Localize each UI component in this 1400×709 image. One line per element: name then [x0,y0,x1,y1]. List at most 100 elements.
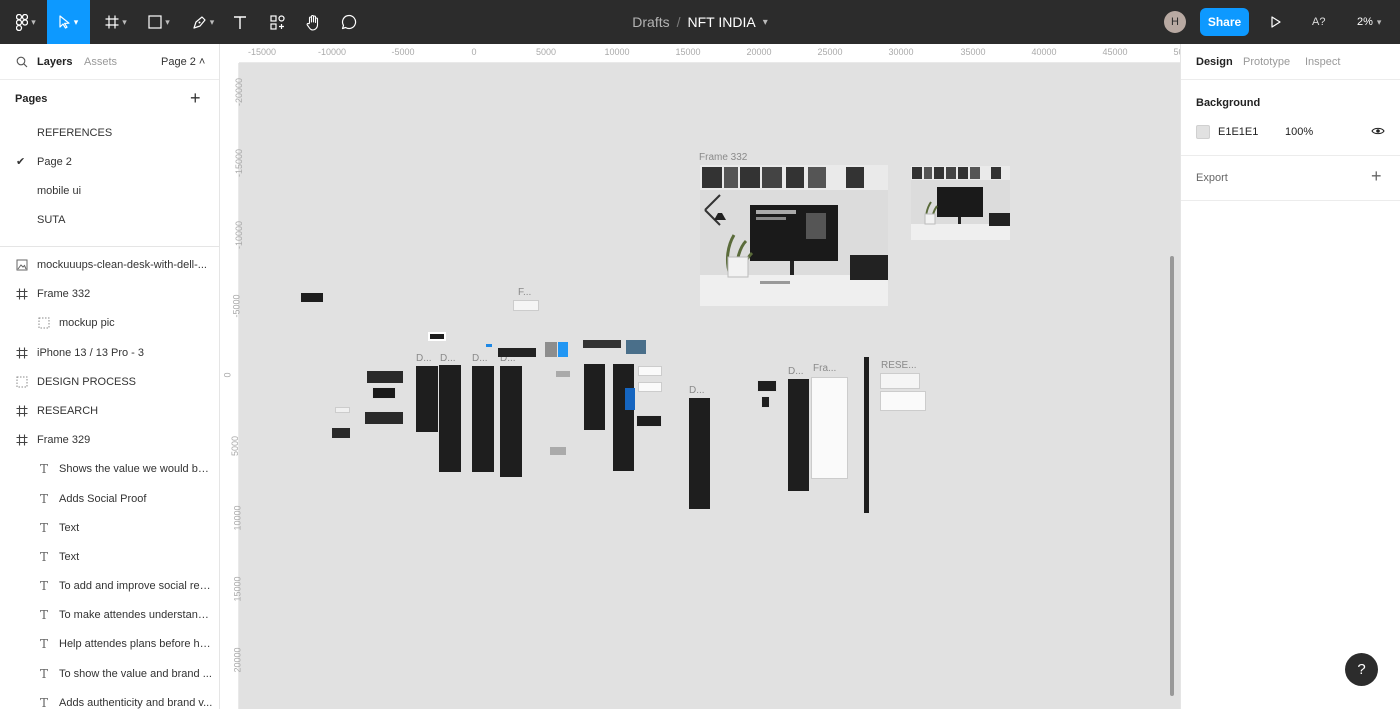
layer-row[interactable]: T Shows the value we would be... [0,455,219,484]
page-selector[interactable]: Page 2 ˄ [161,56,205,68]
add-page-icon[interactable]: + [190,89,201,107]
frame-thumbnail[interactable] [636,415,662,427]
phone-frame[interactable] [864,357,869,513]
phone-frame[interactable] [613,364,634,471]
add-export-icon[interactable]: + [1371,167,1382,185]
frame-thumbnail[interactable] [332,428,350,438]
text-tool-button[interactable] [229,0,251,44]
tab-layers[interactable]: Layers [37,56,72,68]
layer-row[interactable]: T Help attendes plans before ha... [0,630,219,659]
layer-row[interactable]: Frame 332 [0,280,219,309]
frame-thumbnail[interactable] [638,366,662,376]
frame-thumbnail[interactable] [335,407,350,413]
frame-label[interactable]: RESE... [881,360,917,371]
main-menu-button[interactable]: ▾ [6,0,46,44]
layer-row[interactable]: mockup pic [0,309,219,338]
layer-row[interactable]: mockuuups-clean-desk-with-dell-... [0,251,219,280]
page-item[interactable]: mobile ui [0,176,219,205]
eye-icon[interactable] [1371,126,1385,136]
tab-assets[interactable]: Assets [84,56,117,68]
avatar[interactable]: H [1164,11,1186,33]
frame-thumbnail[interactable] [513,300,539,311]
research-frame[interactable] [880,391,926,411]
layer-row[interactable]: T To show the value and brand ... [0,660,219,689]
page-item[interactable]: ✔ Page 2 [0,147,219,176]
phone-frame[interactable] [584,364,605,430]
hand-tool-button[interactable] [302,0,324,44]
layer-row[interactable]: T To make attendes understand... [0,601,219,630]
search-icon[interactable] [16,56,28,68]
frame-label[interactable]: D... [472,353,488,364]
frame-label[interactable]: F... [518,287,531,298]
tab-inspect[interactable]: Inspect [1305,56,1340,68]
frame-thumbnail[interactable] [556,371,570,377]
layer-row[interactable]: T Text [0,514,219,543]
layer-row[interactable]: iPhone 13 / 13 Pro - 3 [0,339,219,368]
move-tool-button[interactable]: ▾ [47,0,90,44]
phone-frame[interactable] [416,366,438,432]
background-hex-input[interactable]: E1E1E1 [1218,126,1258,138]
frame-thumbnail[interactable] [550,447,566,455]
phone-frame[interactable] [689,398,710,509]
canvas[interactable]: -15000 -10000 -5000 0 5000 10000 15000 20000 250… [220,44,1180,709]
page-item[interactable]: REFERENCES [0,118,219,147]
frame-thumbnail[interactable] [301,293,323,302]
frame-label[interactable]: D... [788,366,804,377]
share-button[interactable]: Share [1200,8,1249,36]
frame-label[interactable]: D... [416,353,432,364]
zoom-control[interactable]: 2% ▾ [1357,0,1381,44]
frame-thumbnail[interactable] [372,387,396,399]
frame-thumbnail[interactable] [626,340,646,354]
pen-tool-button[interactable]: ▾ [184,0,222,44]
help-button[interactable]: ? [1345,653,1378,686]
phone-frame[interactable] [439,365,461,472]
desk-mockup-thumbnail[interactable] [911,166,1010,240]
frame-label[interactable]: D... [440,353,456,364]
frame-thumbnail[interactable] [638,382,662,392]
frame-thumbnail[interactable] [428,332,446,341]
background-swatch[interactable] [1196,125,1210,139]
comment-tool-button[interactable] [338,0,360,44]
background-opacity-input[interactable]: 100% [1285,126,1313,138]
frame-thumbnail[interactable] [757,380,777,392]
shape-tool-button[interactable]: ▾ [140,0,178,44]
layer-row[interactable]: Frame 329 [0,426,219,455]
frame-label-frame-332[interactable]: Frame 332 [699,152,747,163]
vertical-scrollbar[interactable] [1170,256,1174,696]
tab-design[interactable]: Design [1196,56,1233,68]
breadcrumb-drafts[interactable]: Drafts [632,14,669,30]
page-item[interactable]: SUTA [0,205,219,234]
layer-row[interactable]: RESEARCH [0,397,219,426]
frame-thumbnail[interactable] [498,348,536,357]
frame-thumbnail[interactable] [367,371,403,383]
phone-frame[interactable] [472,366,494,472]
chevron-down-icon: ▾ [31,16,36,27]
phone-frame[interactable] [500,366,522,477]
ai-assist-button[interactable]: A? [1312,0,1325,44]
resources-button[interactable] [266,0,288,44]
file-name[interactable]: NFT INDIA [688,14,756,30]
layer-row[interactable]: T Adds Social Proof [0,485,219,514]
frame-332-mockup[interactable] [700,165,888,306]
frame-thumbnail[interactable] [761,396,770,408]
frame-label[interactable]: Fra... [813,363,836,374]
frame-thumbnail[interactable] [545,342,557,357]
frame-thumbnail[interactable] [365,412,403,424]
present-button[interactable] [1266,0,1286,44]
frame-thumbnail[interactable] [880,373,920,389]
tab-prototype[interactable]: Prototype [1243,56,1290,68]
phone-frame[interactable] [788,379,809,491]
frame-thumbnail[interactable] [558,342,568,357]
frame-thumbnail[interactable] [486,344,492,347]
layer-row[interactable]: T To add and improve social res... [0,572,219,601]
layer-row[interactable]: T Adds authenticity and brand v... [0,689,219,709]
frame-label[interactable]: D... [689,385,705,396]
frame-thumbnail[interactable] [583,340,621,348]
frame-thumbnail[interactable] [811,377,848,479]
chevron-down-icon[interactable]: ▾ [763,17,768,28]
text-icon: T [39,637,48,652]
frame-tool-button[interactable]: ▾ [97,0,135,44]
layer-row[interactable]: T Text [0,543,219,572]
layer-row[interactable]: DESIGN PROCESS [0,368,219,397]
frame-thumbnail[interactable] [625,388,635,410]
